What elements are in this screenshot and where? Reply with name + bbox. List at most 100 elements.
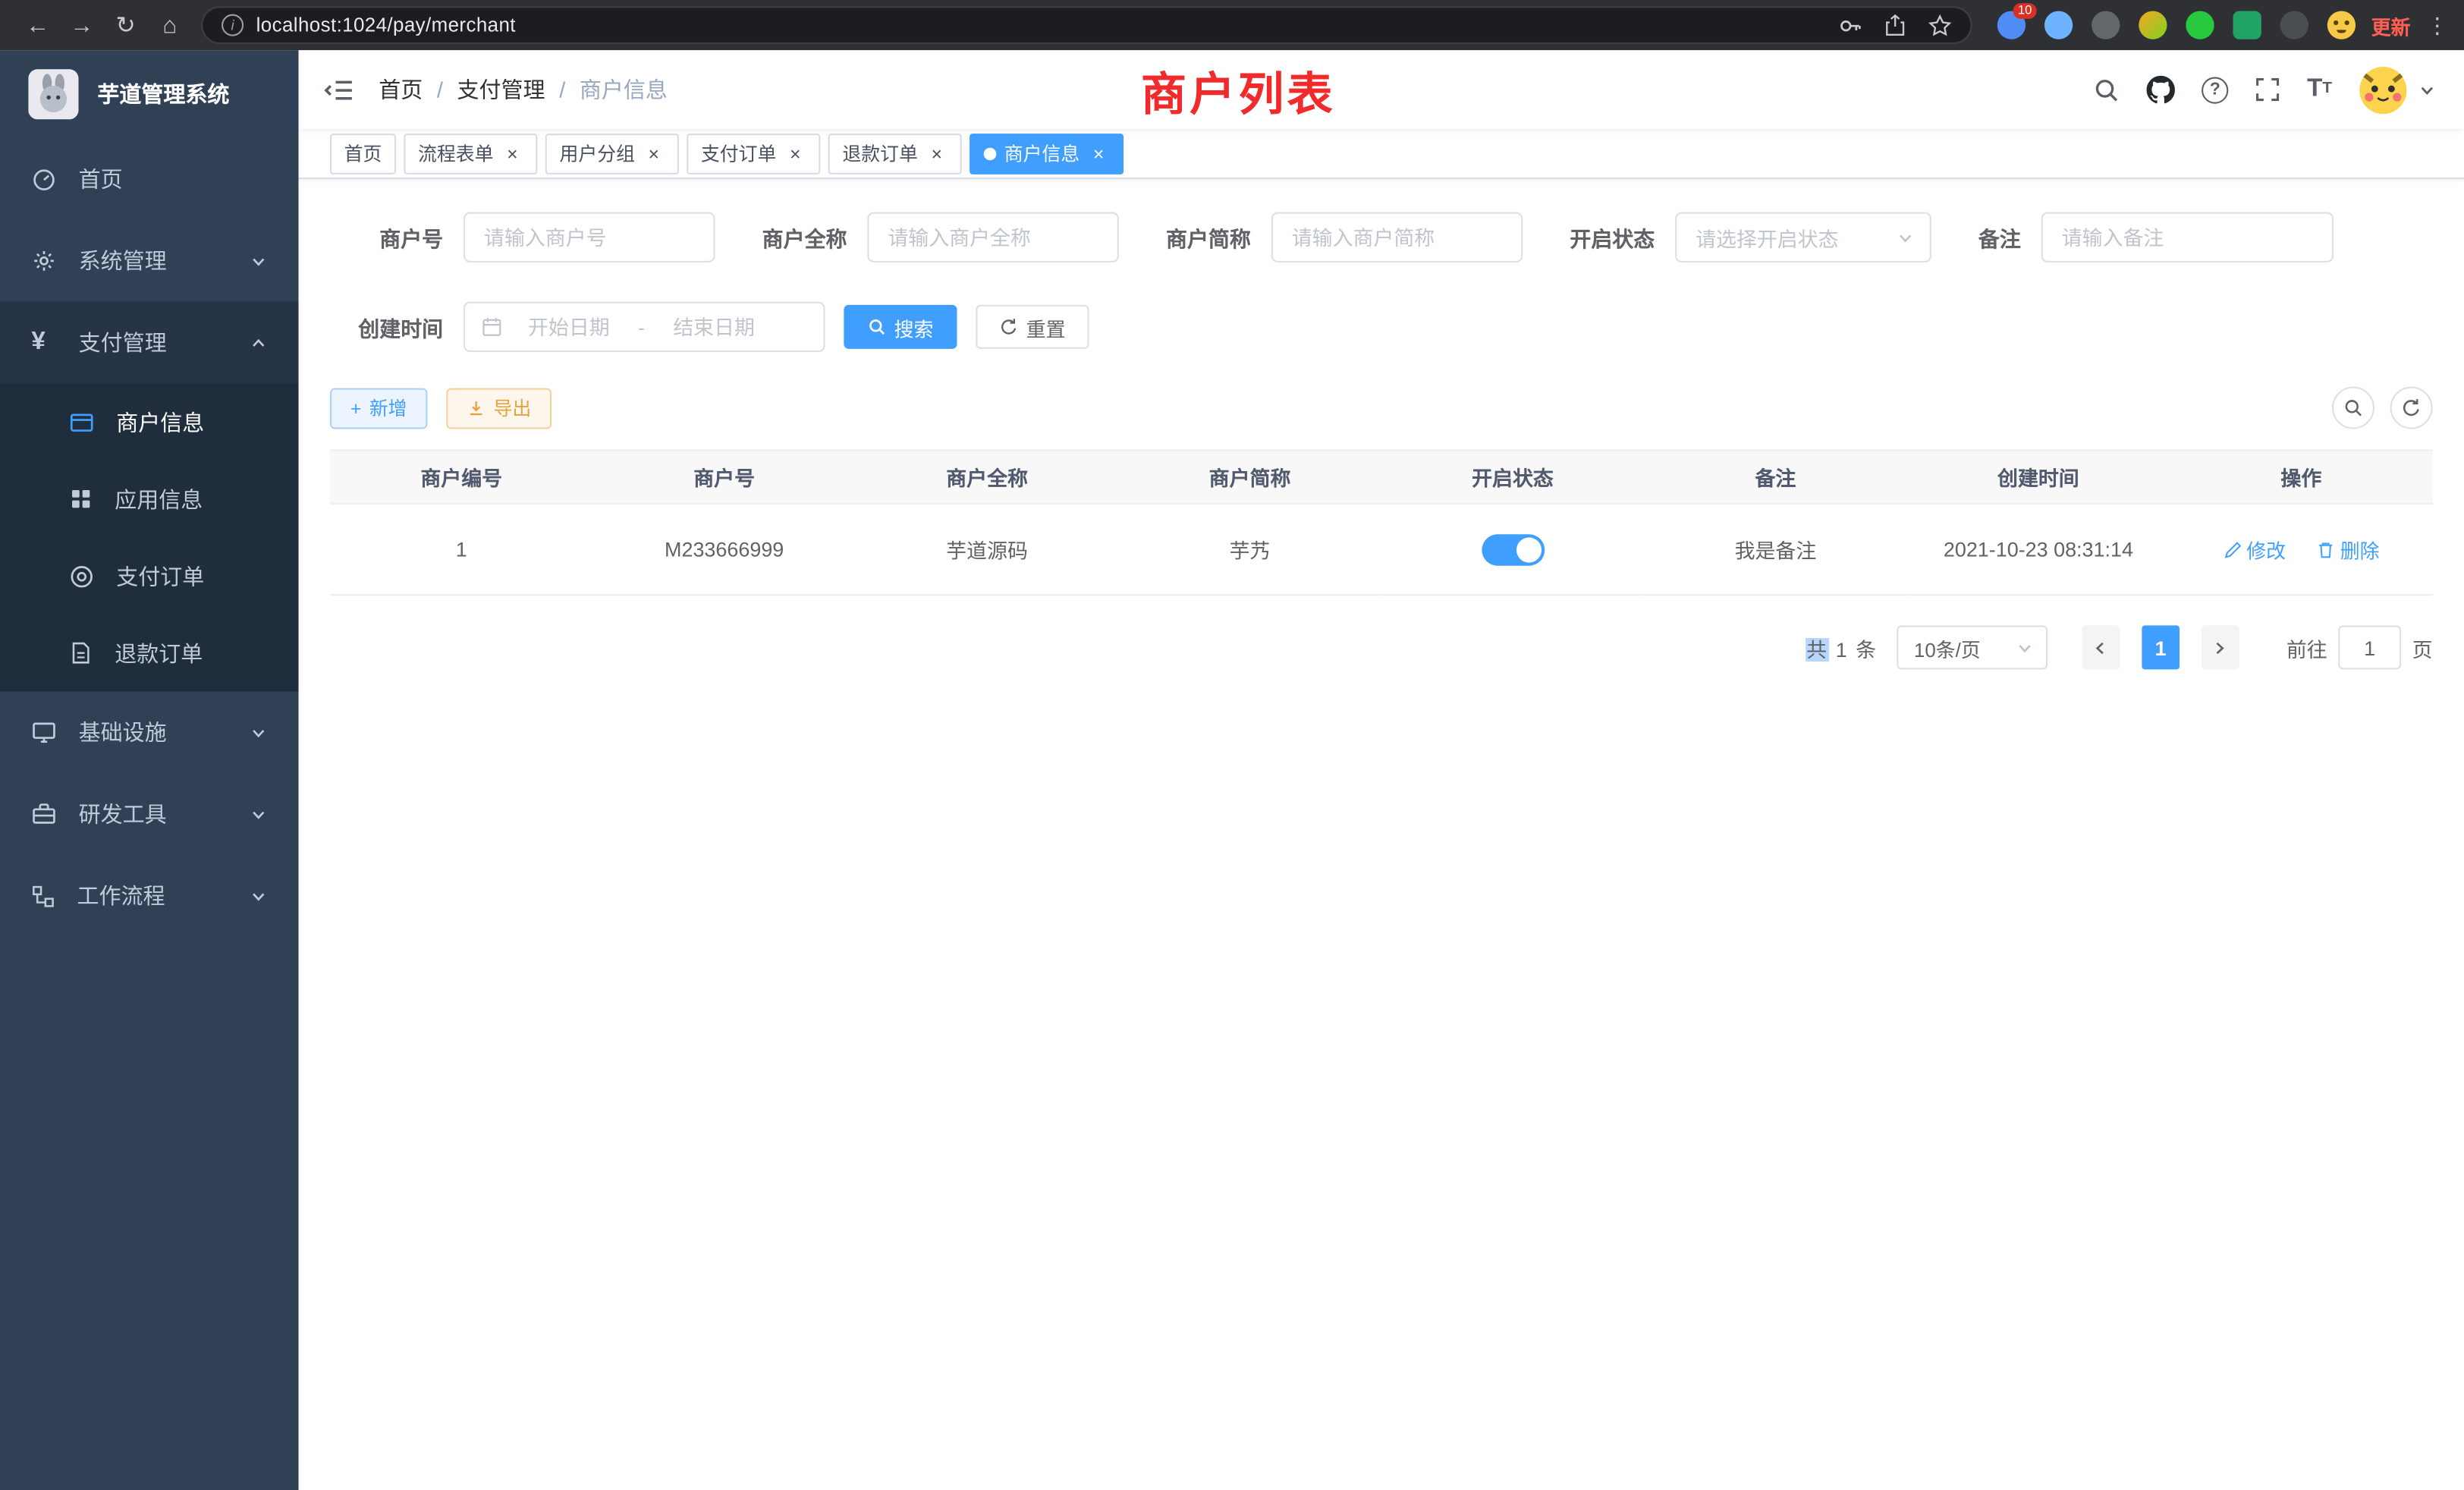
chevron-down-icon [1897, 228, 1914, 246]
chevron-up-icon [250, 334, 267, 351]
show-search-toggle-icon[interactable] [2332, 387, 2374, 429]
breadcrumb-home[interactable]: 首页 [379, 74, 423, 105]
browser-reload-button[interactable]: ↻ [104, 11, 148, 39]
sidebar-item-merchant-info[interactable]: 商户信息 [0, 383, 299, 461]
sidebar-item-refund-orders[interactable]: 退款订单 [0, 615, 299, 692]
sidebar-item-app-info[interactable]: 应用信息 [0, 461, 299, 538]
col-remark: 备注 [1644, 450, 1906, 503]
close-icon[interactable]: × [501, 142, 523, 164]
close-icon[interactable]: × [784, 142, 806, 164]
extension-icon-blue[interactable] [2044, 11, 2073, 39]
yen-icon: ¥ [31, 328, 56, 357]
sidebar-item-home[interactable]: 首页 [0, 138, 299, 220]
merchant-no-input[interactable] [464, 212, 715, 262]
sidebar-item-system[interactable]: 系统管理 [0, 220, 299, 302]
site-info-icon[interactable]: i [222, 14, 244, 36]
tab-payment-orders[interactable]: 支付订单 × [687, 133, 820, 174]
refresh-table-icon[interactable] [2390, 387, 2433, 429]
browser-update-button[interactable]: 更新 [2371, 10, 2411, 39]
search-icon [867, 317, 886, 336]
create-time-range-picker[interactable]: - [464, 302, 825, 352]
merchant-name-input[interactable] [867, 212, 1118, 262]
logo-row[interactable]: 芋道管理系统 [0, 50, 299, 138]
remark-input[interactable] [2041, 212, 2334, 262]
delete-link[interactable]: 删除 [2317, 534, 2380, 564]
end-date-input[interactable] [654, 315, 773, 338]
extension-icon-green-circle[interactable] [2186, 11, 2214, 39]
tab-refund-orders[interactable]: 退款订单 × [828, 133, 962, 174]
add-button[interactable]: + 新增 [330, 388, 427, 429]
status-toggle[interactable] [1482, 533, 1545, 564]
extension-icon-dark[interactable] [2280, 11, 2308, 39]
breadcrumb-separator: / [559, 77, 565, 102]
edit-pencil-icon [2223, 540, 2242, 559]
sidebar-item-dev-tools[interactable]: 研发工具 [0, 773, 299, 855]
tab-label: 首页 [344, 140, 382, 166]
prev-page-button[interactable] [2082, 625, 2120, 669]
reset-button[interactable]: 重置 [976, 305, 1089, 349]
url-text[interactable]: localhost:1024/pay/merchant [256, 14, 1817, 36]
tab-label: 用户分组 [559, 140, 634, 166]
tab-home[interactable]: 首页 [330, 133, 396, 174]
address-bar[interactable]: i localhost:1024/pay/merchant [201, 6, 1972, 44]
fullscreen-icon[interactable] [2255, 77, 2280, 102]
sidebar-item-payment[interactable]: ¥ 支付管理 [0, 302, 299, 384]
github-icon[interactable] [2147, 75, 2175, 103]
workflow-icon [31, 884, 55, 907]
trash-icon [2317, 540, 2336, 559]
chevron-down-icon [2016, 639, 2034, 656]
browser-forward-button[interactable]: → [60, 12, 104, 39]
tab-merchant-info[interactable]: 商户信息 × [970, 133, 1124, 174]
create-time-label: 创建时间 [330, 311, 443, 342]
browser-back-button[interactable]: ← [16, 12, 60, 39]
next-page-button[interactable] [2202, 625, 2239, 669]
short-name-input[interactable] [1271, 212, 1523, 262]
tab-process-form[interactable]: 流程表单 × [404, 133, 537, 174]
page-number-button[interactable]: 1 [2142, 625, 2180, 669]
search-button[interactable]: 搜索 [844, 305, 957, 349]
page-size-select[interactable]: 10条/页 [1897, 625, 2048, 669]
tab-user-group[interactable]: 用户分组 × [545, 133, 679, 174]
status-select[interactable]: 请选择开启状态 [1675, 212, 1931, 262]
col-merchant-no: 商户号 [592, 450, 855, 503]
cell-status [1381, 504, 1644, 595]
extension-icon-multicolor[interactable] [2139, 11, 2167, 39]
extension-icon-green-note[interactable] [2233, 11, 2261, 39]
sidebar-item-payment-orders[interactable]: 支付订单 [0, 537, 299, 615]
export-button[interactable]: 导出 [446, 388, 552, 429]
start-date-input[interactable] [509, 315, 628, 338]
breadcrumb-payment[interactable]: 支付管理 [457, 74, 545, 105]
close-icon[interactable]: × [926, 142, 948, 164]
goto-page-input[interactable] [2338, 625, 2401, 669]
extension-icon-tabs[interactable]: 10 [1997, 11, 2026, 39]
browser-home-button[interactable]: ⌂ [148, 12, 192, 39]
sidebar-item-label: 支付订单 [116, 560, 204, 591]
search-icon[interactable] [2093, 76, 2120, 102]
cell-actions: 修改 删除 [2170, 504, 2432, 595]
password-key-icon[interactable] [1839, 14, 1862, 37]
browser-menu-icon[interactable]: ⋮ [2426, 12, 2448, 39]
cell-create-time: 2021-10-23 08:31:14 [1907, 504, 2170, 595]
font-size-icon[interactable]: TT [2307, 79, 2332, 101]
user-avatar[interactable] [2359, 65, 2407, 114]
status-select-placeholder: 请选择开启状态 [1696, 222, 1839, 252]
extension-icon-gray[interactable] [2092, 11, 2120, 39]
app-title: 芋道管理系统 [97, 79, 229, 110]
help-icon[interactable]: ? [2202, 76, 2228, 102]
sidebar-item-workflow[interactable]: 工作流程 [0, 855, 299, 937]
close-icon[interactable]: × [1088, 142, 1110, 164]
profile-avatar-icon[interactable] [2327, 11, 2356, 39]
sidebar-item-infrastructure[interactable]: 基础设施 [0, 691, 299, 773]
calendar-icon [481, 316, 503, 338]
col-status: 开启状态 [1381, 450, 1644, 503]
bookmark-star-icon[interactable] [1928, 14, 1952, 37]
grid-icon [69, 487, 93, 511]
sidebar-collapse-icon[interactable] [324, 78, 354, 102]
close-icon[interactable]: × [643, 142, 665, 164]
search-button-label: 搜索 [894, 312, 934, 341]
gear-icon [31, 248, 56, 273]
edit-link[interactable]: 修改 [2223, 534, 2286, 564]
share-icon[interactable] [1884, 14, 1906, 36]
page-unit-label: 页 [2412, 633, 2433, 662]
user-menu[interactable] [2359, 65, 2436, 114]
